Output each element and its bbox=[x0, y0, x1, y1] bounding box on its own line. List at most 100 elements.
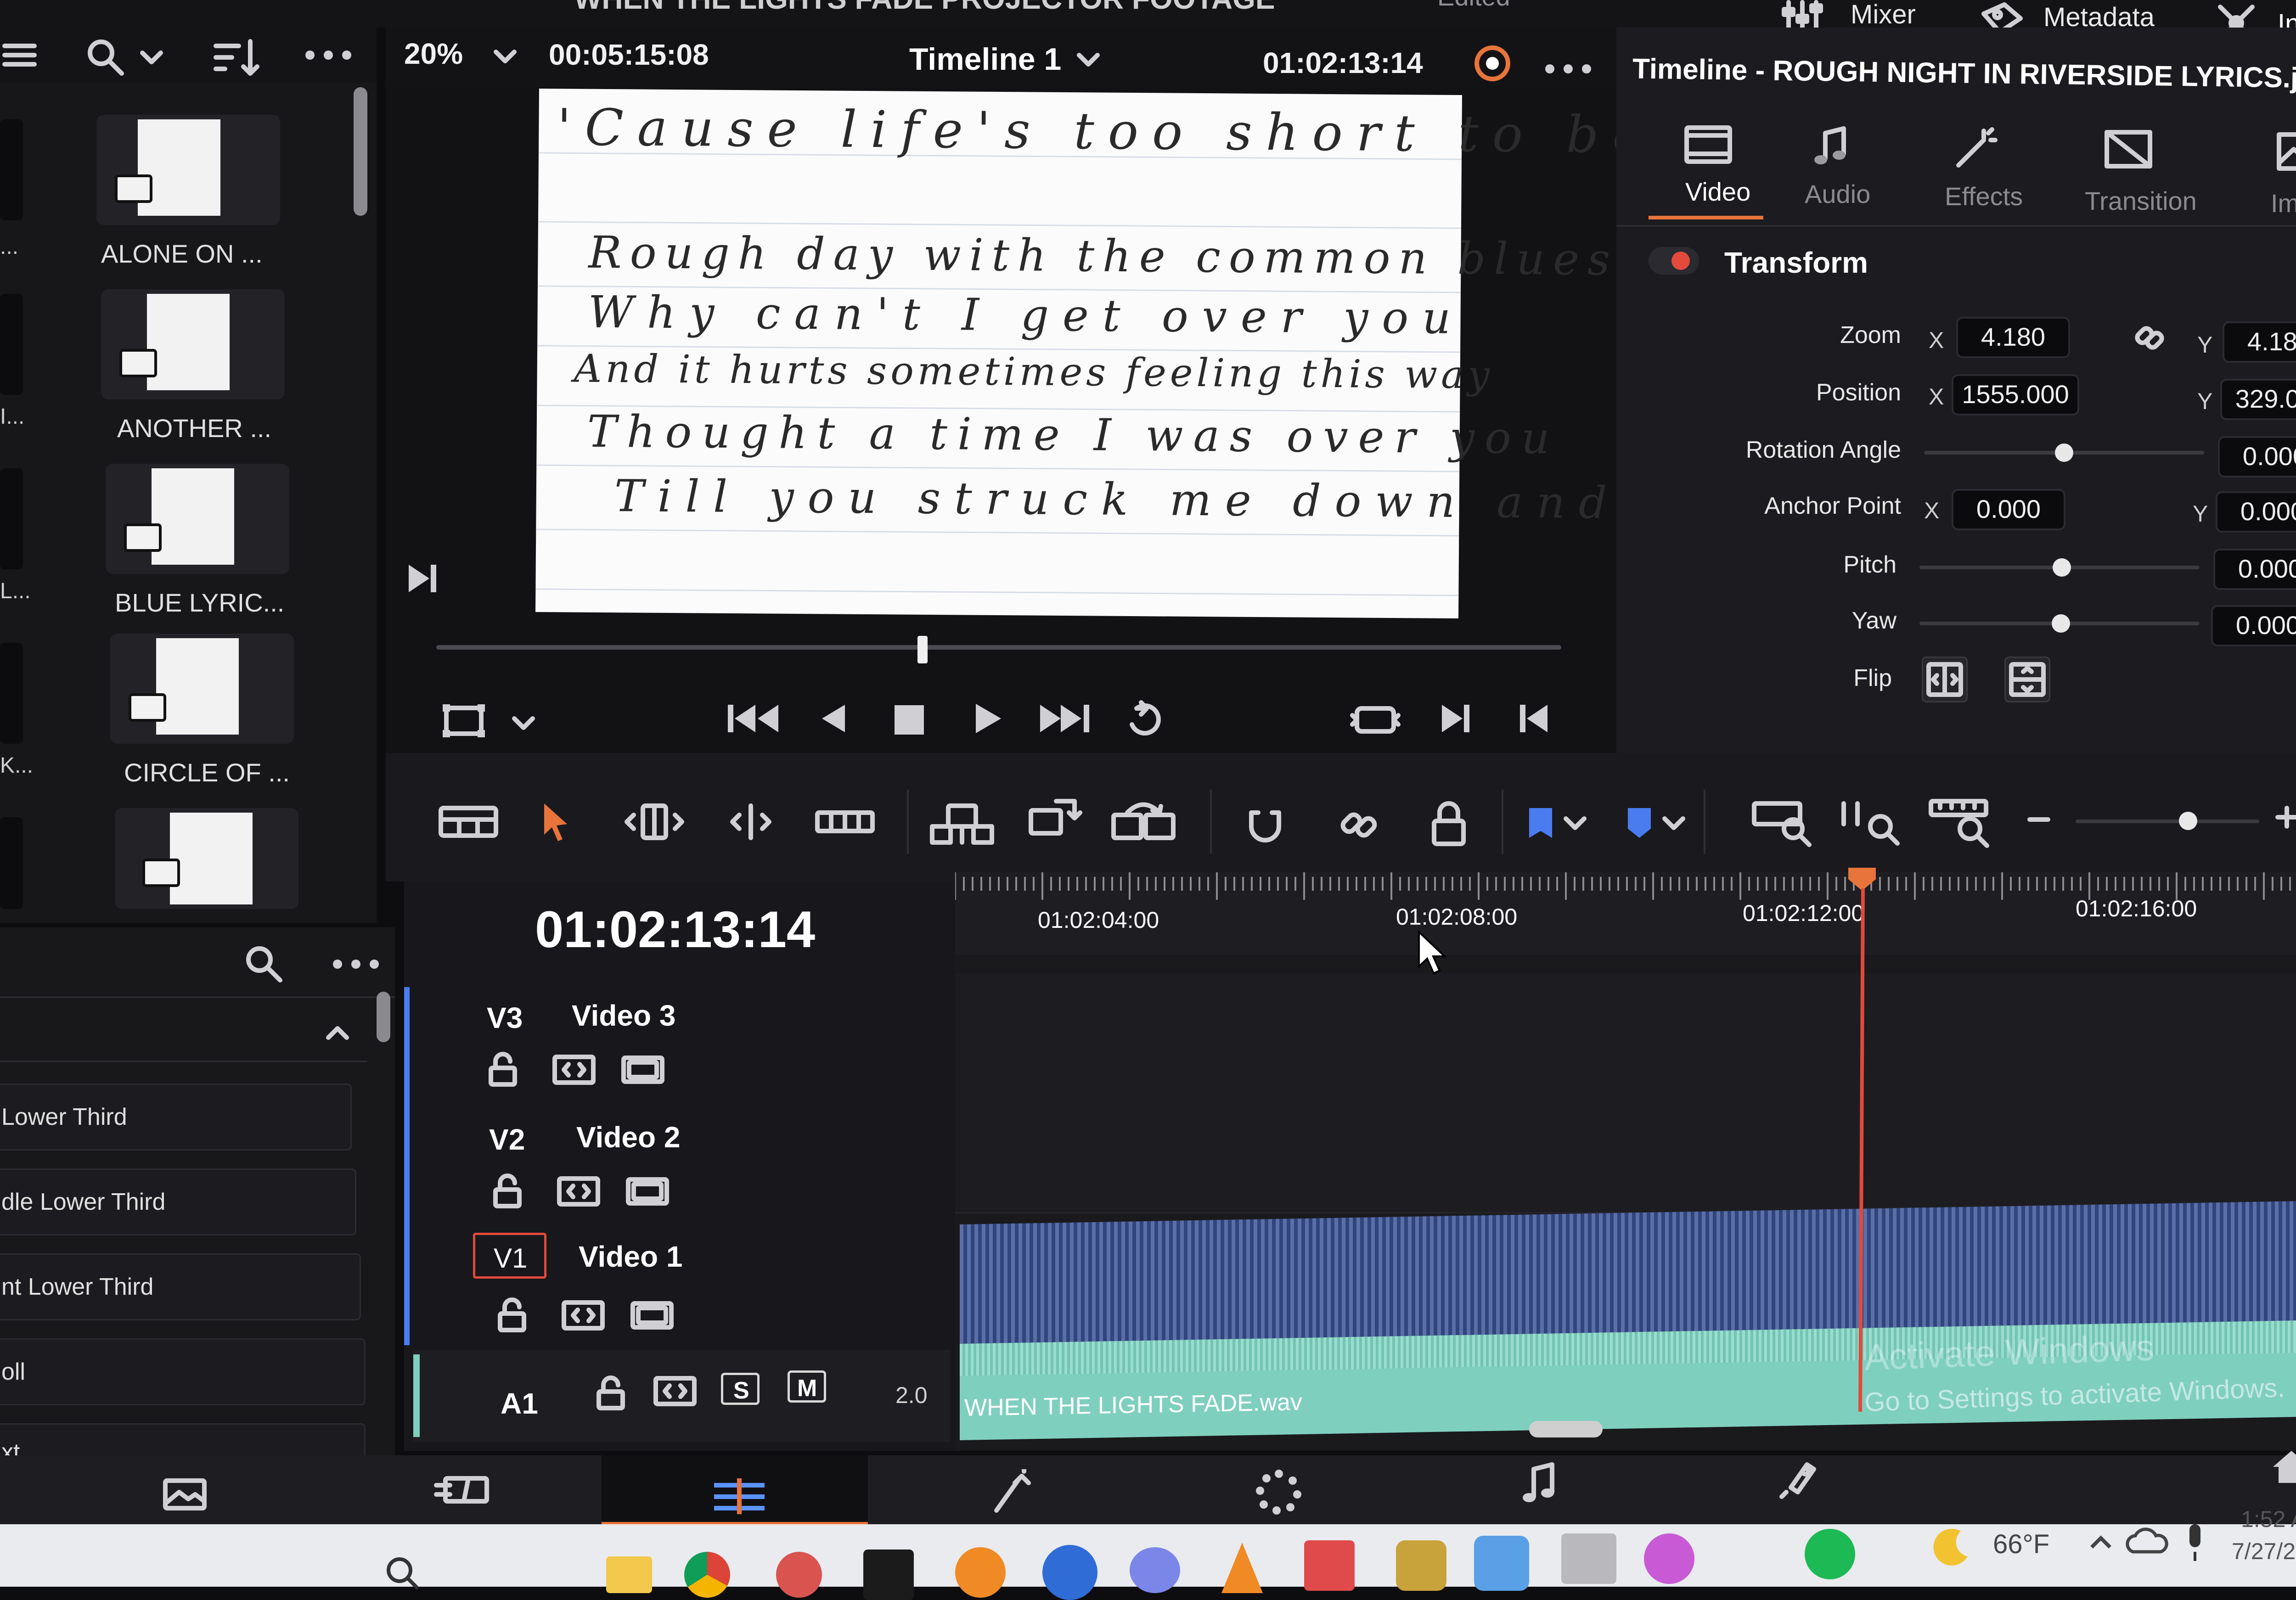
track-enable-icon[interactable] bbox=[629, 1297, 675, 1334]
rotation-slider-knob[interactable] bbox=[2055, 444, 2073, 462]
track-name[interactable]: Video 3 bbox=[572, 999, 675, 1033]
snapping-icon[interactable] bbox=[1240, 799, 1290, 849]
chevron-up-icon[interactable] bbox=[321, 1019, 354, 1047]
chevron-down-icon[interactable] bbox=[138, 46, 165, 69]
loop-icon[interactable] bbox=[1118, 697, 1173, 743]
more-options-icon[interactable] bbox=[303, 46, 354, 64]
track-enable-icon[interactable] bbox=[620, 1051, 666, 1088]
auto-track-select-icon[interactable] bbox=[551, 1051, 597, 1088]
zoom-full-icon[interactable] bbox=[1750, 797, 1818, 847]
timeline-scrollbar[interactable] bbox=[1529, 1421, 1603, 1437]
effect-item[interactable]: nt Lower Third bbox=[0, 1253, 361, 1320]
chevron-up-icon[interactable] bbox=[2085, 1529, 2117, 1556]
lock-icon[interactable] bbox=[489, 1173, 526, 1210]
flip-horizontal-button[interactable] bbox=[1922, 657, 1968, 702]
list-view-icon[interactable] bbox=[0, 37, 41, 73]
home-icon[interactable] bbox=[2268, 1446, 2296, 1488]
deliver-page-icon[interactable] bbox=[1773, 1455, 1823, 1506]
rotation-field[interactable]: 0.000 bbox=[2218, 436, 2296, 477]
timeline-view-options-icon[interactable] bbox=[436, 803, 501, 840]
clock-time[interactable]: 1:52 AM bbox=[2241, 1506, 2296, 1533]
overwrite-clip-icon[interactable] bbox=[1024, 794, 1084, 845]
taskbar-app-icon[interactable] bbox=[1644, 1533, 1694, 1584]
anchor-y-field[interactable]: 0.000 bbox=[2216, 491, 2296, 533]
taskbar-app-icon[interactable] bbox=[1396, 1540, 1446, 1591]
sort-icon[interactable] bbox=[211, 37, 262, 78]
chevron-down-icon[interactable] bbox=[510, 712, 537, 735]
weather-temp[interactable]: 66°F bbox=[1993, 1529, 2049, 1560]
anchor-x-field[interactable]: 0.000 bbox=[1952, 489, 2065, 530]
track-id[interactable]: A1 bbox=[501, 1387, 538, 1420]
zoom-x-field[interactable]: 4.180 bbox=[1956, 317, 2070, 358]
search-icon[interactable] bbox=[243, 943, 285, 985]
taskbar-app-icon[interactable] bbox=[606, 1556, 652, 1593]
timeline-ruler[interactable]: 01:02:04:00 01:02:08:00 01:02:12:00 01:0… bbox=[955, 872, 2296, 955]
replace-clip-icon[interactable] bbox=[1107, 794, 1180, 849]
transform-overlay-icon[interactable] bbox=[441, 702, 487, 739]
media-pool-scrollbar[interactable] bbox=[354, 87, 367, 216]
video-clip[interactable] bbox=[960, 1199, 2296, 1344]
clip-left-partial[interactable] bbox=[0, 119, 23, 220]
track-id[interactable]: V2 bbox=[489, 1123, 525, 1156]
transform-toggle[interactable] bbox=[1649, 247, 1699, 275]
lane-v2[interactable] bbox=[955, 1093, 2296, 1213]
more-options-icon[interactable] bbox=[1543, 60, 1593, 78]
play-reverse-icon[interactable] bbox=[815, 700, 852, 737]
linked-selection-icon[interactable] bbox=[1334, 799, 1384, 849]
clock-date[interactable]: 7/27/2022 bbox=[2232, 1538, 2296, 1565]
skip-to-start-icon[interactable] bbox=[726, 698, 785, 739]
lane-v3[interactable] bbox=[955, 973, 2296, 1094]
viewer-scrubber[interactable] bbox=[436, 645, 1561, 650]
cut-page-icon[interactable] bbox=[432, 1469, 491, 1510]
next-frame-icon[interactable] bbox=[1437, 700, 1474, 737]
taskbar-app-icon[interactable] bbox=[1561, 1533, 1616, 1584]
chrome-icon[interactable] bbox=[684, 1552, 730, 1598]
zoom-detail-icon[interactable] bbox=[1837, 797, 1906, 847]
lock-icon[interactable] bbox=[592, 1375, 629, 1412]
lock-icon[interactable] bbox=[494, 1297, 530, 1334]
viewer-zoom[interactable]: 20% bbox=[404, 37, 463, 71]
more-options-icon[interactable] bbox=[331, 955, 381, 973]
davinci-resolve-icon[interactable] bbox=[1042, 1545, 1097, 1600]
fusion-page-icon[interactable] bbox=[987, 1469, 1038, 1515]
next-edit-icon[interactable] bbox=[404, 560, 441, 597]
clip-left-partial[interactable] bbox=[0, 468, 23, 569]
position-y-field[interactable]: 329.000 bbox=[2220, 379, 2296, 420]
cloud-icon[interactable] bbox=[2122, 1524, 2172, 1561]
taskbar-app-icon[interactable] bbox=[1304, 1540, 1355, 1591]
chevron-down-icon[interactable] bbox=[1561, 812, 1589, 835]
color-page-icon[interactable] bbox=[1254, 1467, 1304, 1517]
pitch-slider-knob[interactable] bbox=[2053, 558, 2071, 577]
taskbar-app-icon[interactable] bbox=[863, 1549, 914, 1600]
solo-button[interactable]: S bbox=[721, 1373, 760, 1405]
media-page-icon[interactable] bbox=[161, 1474, 211, 1515]
taskbar-app-icon[interactable] bbox=[1474, 1536, 1529, 1591]
effects-scrollbar[interactable] bbox=[377, 992, 390, 1042]
clip-left-partial[interactable] bbox=[0, 643, 23, 744]
chevron-down-icon[interactable] bbox=[1075, 48, 1102, 71]
zoom-custom-icon[interactable] bbox=[1926, 794, 1995, 849]
taskbar-app-icon[interactable] bbox=[776, 1552, 822, 1598]
vlc-icon[interactable] bbox=[1221, 1543, 1263, 1593]
yaw-field[interactable]: 0.000 bbox=[2211, 605, 2296, 646]
tab-video[interactable]: Video bbox=[1639, 115, 1763, 220]
timeline-name[interactable]: Timeline 1 bbox=[909, 41, 1061, 77]
color-sync-icon[interactable] bbox=[1469, 40, 1515, 86]
track-name[interactable]: Video 1 bbox=[579, 1240, 682, 1274]
chevron-down-icon[interactable] bbox=[1660, 812, 1688, 835]
insert-clip-icon[interactable] bbox=[928, 799, 996, 849]
lock-icon[interactable] bbox=[484, 1051, 521, 1088]
taskbar-app-icon[interactable] bbox=[955, 1547, 1006, 1598]
media-clip[interactable]: CIRCLE OF ... bbox=[106, 634, 298, 808]
auto-track-select-icon[interactable] bbox=[652, 1373, 698, 1409]
tab-effects[interactable]: Effects bbox=[1906, 115, 2039, 220]
selection-tool-icon[interactable] bbox=[537, 799, 574, 845]
scrubber-handle[interactable] bbox=[917, 636, 928, 663]
media-clip[interactable]: ANOTHER ... bbox=[96, 289, 289, 464]
discord-icon[interactable] bbox=[1130, 1547, 1180, 1593]
blade-tool-icon[interactable] bbox=[813, 806, 877, 838]
clip-left-partial[interactable] bbox=[0, 294, 23, 395]
microphone-icon[interactable] bbox=[2181, 1520, 2209, 1566]
skip-to-end-icon[interactable] bbox=[1033, 698, 1093, 739]
mute-button[interactable]: M bbox=[788, 1370, 826, 1403]
